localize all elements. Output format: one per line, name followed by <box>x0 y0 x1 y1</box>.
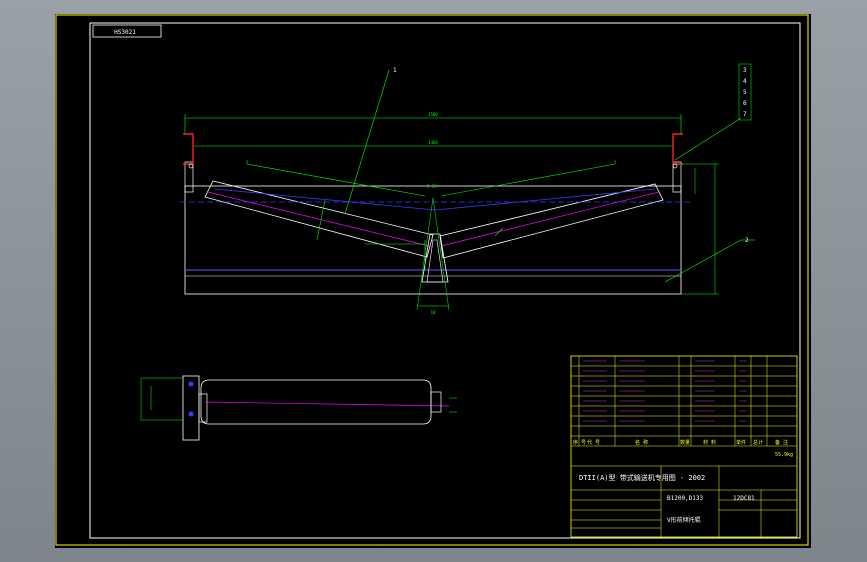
right-roller-axis <box>440 191 660 247</box>
side-bolt-top <box>188 381 194 387</box>
dim-overall: 1580 <box>428 112 438 117</box>
dim-gap: 10 <box>431 310 436 315</box>
callout-4: 4 <box>743 78 747 85</box>
code-box-text: HS3021 <box>114 29 136 36</box>
part-callouts: 1 2 3 4 5 6 7 <box>393 63 752 244</box>
header-unit: 单件 <box>736 439 746 446</box>
header-mat: 材 料 <box>703 439 716 446</box>
cad-viewport[interactable]: HS3021 1580 1468 R 35° 10 1 2 3 4 5 6 7 … <box>0 0 867 562</box>
header-code: 代 号 <box>587 439 600 446</box>
side-bolt-bottom <box>188 411 194 417</box>
dim-angle: R 35° <box>427 184 439 189</box>
idler-front-view[interactable]: 1580 1468 R 35° 10 <box>180 69 755 315</box>
header-note: 备 注 <box>775 439 788 446</box>
callout-6: 6 <box>743 100 747 107</box>
model-text: B1200,D133 <box>667 495 704 502</box>
title-block[interactable]: 序 号 代 号 名 称 数量 材 料 单件 总计 备 注 55.9kg DTII… <box>570 355 798 538</box>
total-weight: 55.9kg <box>775 452 793 458</box>
callout-3: 3 <box>743 67 747 74</box>
dim-right-roller <box>440 160 616 197</box>
roller-side-view[interactable] <box>140 375 457 441</box>
leader-3 <box>674 117 742 161</box>
callout-2: 2 <box>745 237 749 244</box>
leader-1 <box>344 69 390 215</box>
callout-7: 7 <box>743 111 747 118</box>
header-qty: 数量 <box>680 439 690 446</box>
callout-5: 5 <box>743 89 747 96</box>
code-text: 12DC81 <box>733 495 755 502</box>
part-name: V形前倾托辊 <box>667 516 701 524</box>
left-roller-axis <box>207 191 434 248</box>
drawing-canvas: HS3021 1580 1468 R 35° 10 1 2 3 4 5 6 7 … <box>55 14 809 546</box>
header-total: 总计 <box>753 439 763 446</box>
roller-body <box>200 379 432 425</box>
right-roller <box>439 183 664 259</box>
right-clamp <box>672 133 683 165</box>
dim-inner: 1468 <box>428 140 438 145</box>
leader-2 <box>664 239 742 283</box>
drawing-sheet[interactable]: HS3021 1580 1468 R 35° 10 1 2 3 4 5 6 7 … <box>55 14 811 548</box>
header-seq: 序 号 <box>573 439 586 446</box>
dim-left-roller <box>246 160 426 197</box>
left-clamp <box>183 133 194 165</box>
belt-right <box>434 188 656 211</box>
series-title: DTII(A)型 带式输送机专用图 - 2002 <box>579 473 705 482</box>
header-name: 名 称 <box>635 439 648 446</box>
callout-1: 1 <box>393 67 397 74</box>
outer-frame <box>55 14 809 546</box>
roller-centerline <box>204 401 450 407</box>
